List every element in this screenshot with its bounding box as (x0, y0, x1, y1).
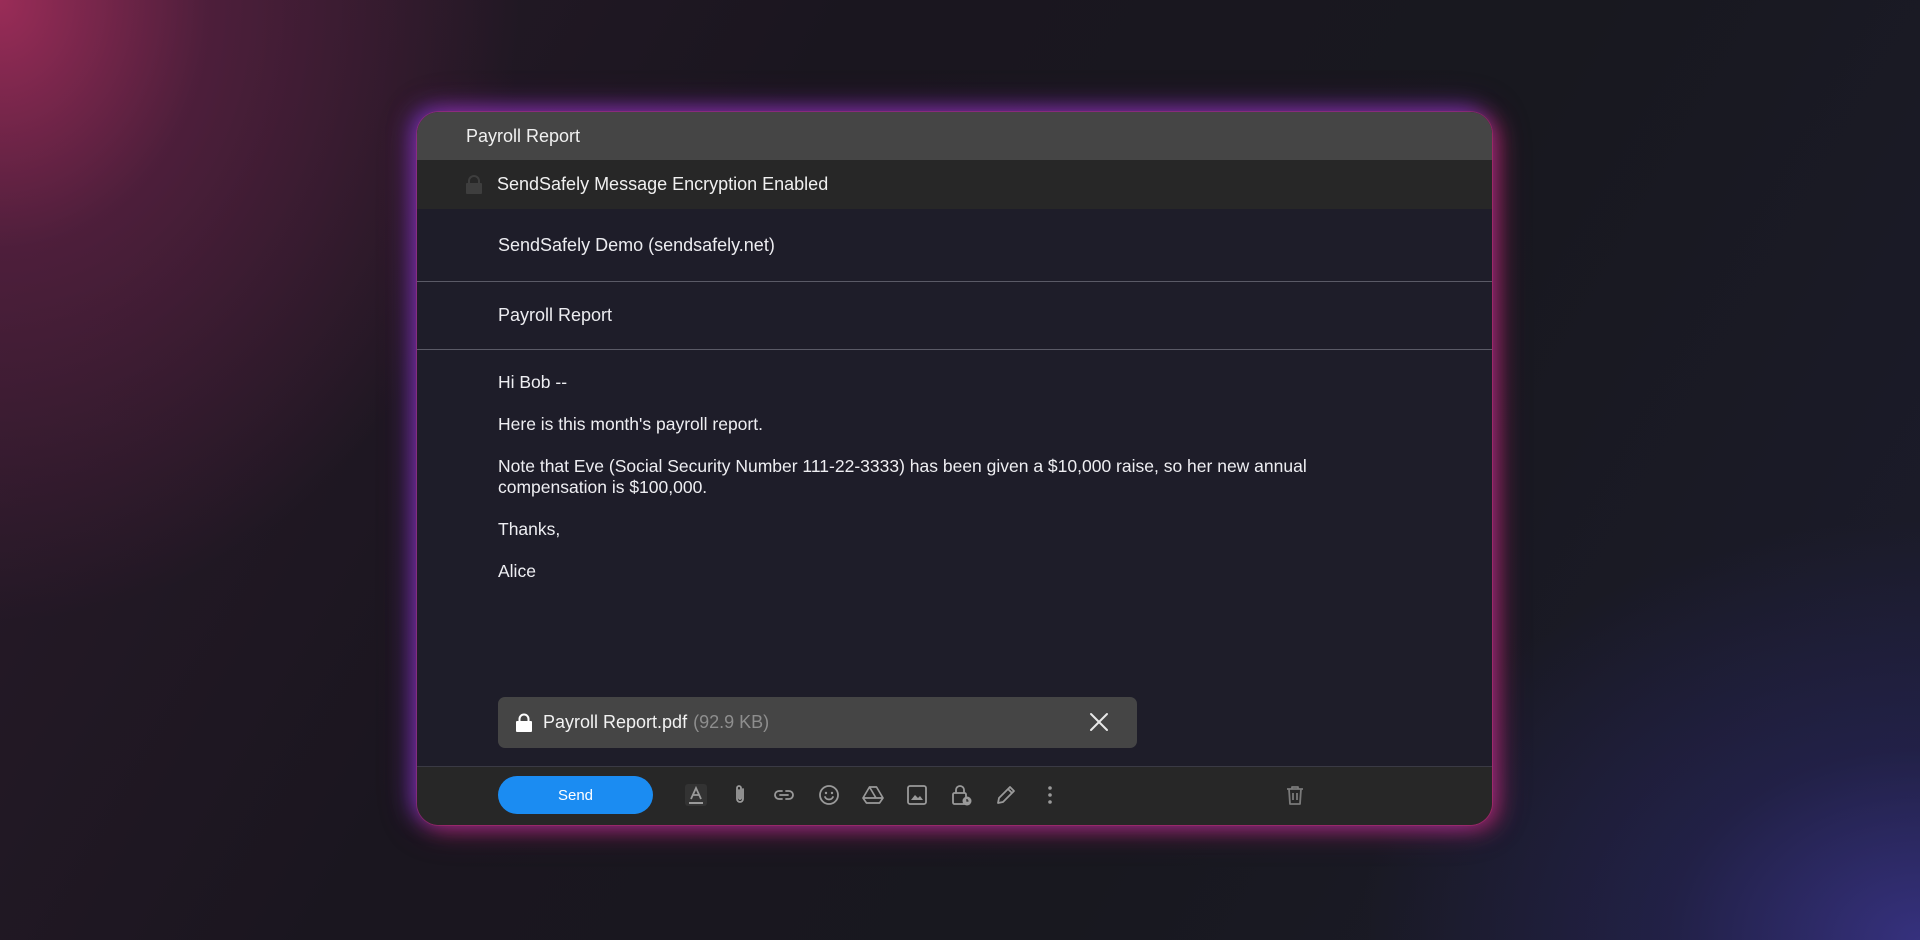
attachment-filename: Payroll Report.pdf (543, 712, 688, 732)
emoji-icon[interactable] (816, 782, 842, 808)
message-paragraph: Note that Eve (Social Security Number 11… (498, 456, 1307, 497)
attachment-chip[interactable]: Payroll Report.pdf (92.9 KB) (498, 697, 1137, 748)
from-field[interactable]: SendSafely Demo (sendsafely.net) (417, 209, 1492, 282)
send-button[interactable]: Send (498, 776, 653, 814)
text-format-icon[interactable] (683, 782, 709, 808)
attachment-size: (92.9 KB) (693, 712, 770, 732)
subject-value: Payroll Report (498, 305, 613, 325)
message-paragraph: Alice (498, 561, 536, 581)
message-paragraph: Here is this month's payroll report. (498, 414, 763, 434)
link-icon[interactable] (771, 782, 797, 808)
lock-clock-icon[interactable] (948, 782, 974, 808)
encryption-label: SendSafely Message Encryption Enabled (497, 174, 829, 194)
from-value: SendSafely Demo (sendsafely.net) (498, 234, 775, 255)
window-titlebar[interactable]: Payroll Report (417, 112, 1492, 160)
compose-window: Payroll Report SendSafely Message Encryp… (417, 112, 1492, 825)
pen-icon[interactable] (993, 782, 1019, 808)
message-paragraph: Hi Bob -- (498, 372, 568, 392)
encryption-banner: SendSafely Message Encryption Enabled (417, 160, 1492, 209)
lock-icon (515, 713, 533, 733)
message-paragraph: Thanks, (498, 519, 561, 539)
subject-field[interactable]: Payroll Report (417, 282, 1492, 350)
more-options-icon[interactable] (1037, 782, 1063, 808)
attach-icon[interactable] (727, 782, 753, 808)
compose-toolbar: Send (417, 766, 1492, 825)
drive-icon[interactable] (860, 782, 886, 808)
image-icon[interactable] (904, 782, 930, 808)
window-title: Payroll Report (466, 125, 581, 146)
trash-icon[interactable] (1282, 782, 1308, 808)
message-body[interactable]: Hi Bob -- Here is this month's payroll r… (417, 350, 1492, 697)
close-icon[interactable] (1087, 710, 1111, 734)
lock-icon (465, 174, 483, 195)
